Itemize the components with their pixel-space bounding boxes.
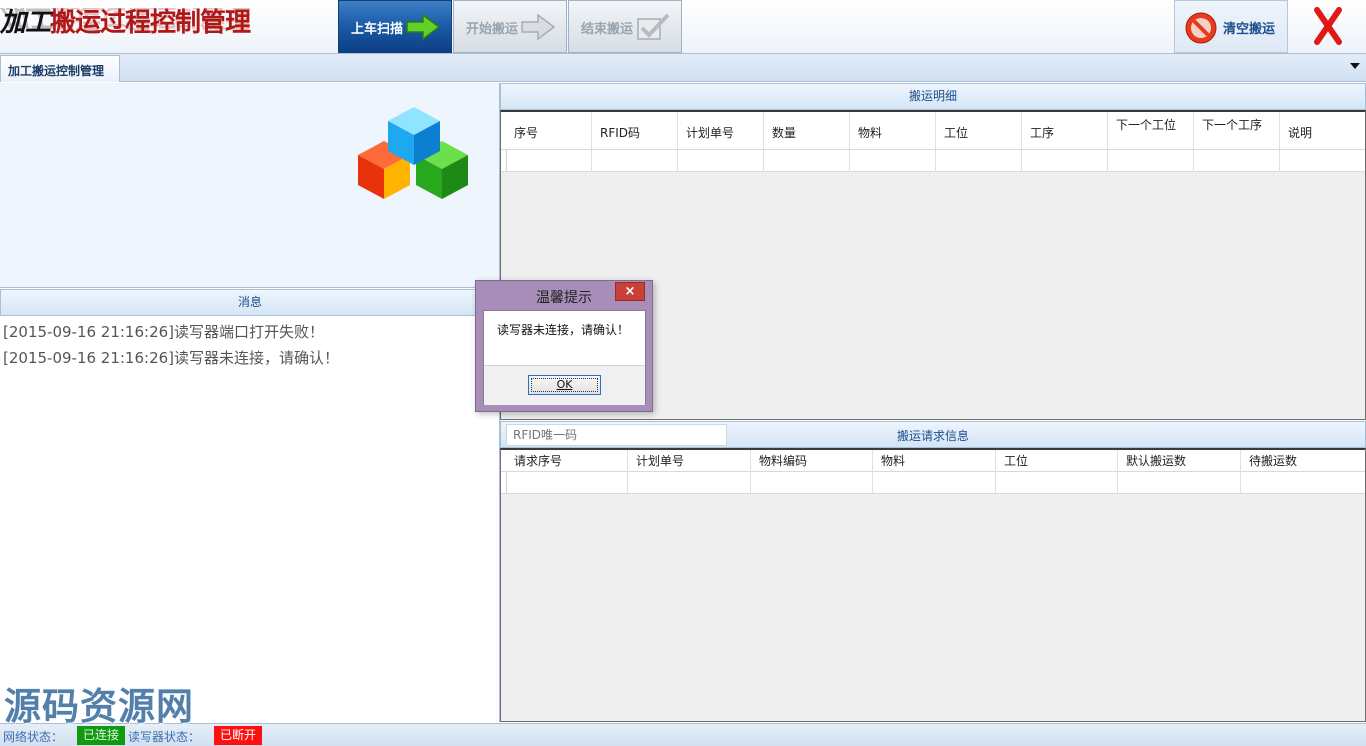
- column-header-rfid[interactable]: RFID码: [592, 112, 678, 150]
- table-cell[interactable]: [1241, 472, 1366, 494]
- request-grid-header: 请求序号 计划单号 物料编码 物料 工位 默认搬运数 待搬运数: [501, 450, 1365, 472]
- messages-log: [2015-09-16 21:16:26]读写器端口打开失败！ [2015-09…: [0, 316, 500, 722]
- column-header-station[interactable]: 工位: [996, 450, 1118, 472]
- dialog-body: 读写器未连接，请确认！ OK: [483, 310, 646, 405]
- table-cell[interactable]: [628, 472, 751, 494]
- column-header-request-seq[interactable]: 请求序号: [506, 450, 628, 472]
- transport-request-grid: 请求序号 计划单号 物料编码 物料 工位 默认搬运数 待搬运数: [500, 448, 1366, 722]
- column-header-remark[interactable]: 说明: [1280, 112, 1366, 150]
- tab-strip: 加工搬运控制管理: [0, 54, 1366, 82]
- table-cell[interactable]: [764, 150, 850, 172]
- column-header-material[interactable]: 物料: [850, 112, 936, 150]
- column-header-plan-no[interactable]: 计划单号: [678, 112, 764, 150]
- table-cell[interactable]: [936, 150, 1022, 172]
- clear-transport-label: 清空搬运: [1223, 22, 1276, 37]
- column-header-material[interactable]: 物料: [873, 450, 996, 472]
- table-cell[interactable]: [996, 472, 1118, 494]
- scan-on-cart-button[interactable]: 上车扫描: [338, 0, 452, 53]
- ok-button[interactable]: OK: [528, 375, 601, 395]
- transport-request-bar: 搬运请求信息: [500, 421, 1366, 448]
- table-cell[interactable]: [873, 472, 996, 494]
- top-toolbar: 加工搬运过程控制管理 加工搬运过程控制管理 上车扫描 开始搬运 结束搬运 清空搬…: [0, 0, 1366, 54]
- table-cell[interactable]: [592, 150, 678, 172]
- column-header-process[interactable]: 工序: [1022, 112, 1108, 150]
- column-header-pending-qty[interactable]: 待搬运数: [1241, 450, 1366, 472]
- dialog-message: 读写器未连接，请确认！: [497, 323, 630, 337]
- table-cell[interactable]: [1118, 472, 1241, 494]
- start-transport-button[interactable]: 开始搬运: [453, 0, 567, 53]
- network-status-label: 网络状态：: [3, 730, 64, 744]
- chevron-down-icon[interactable]: [1350, 63, 1360, 69]
- table-row[interactable]: [501, 472, 1365, 494]
- table-cell[interactable]: [506, 472, 628, 494]
- watermark: 源码资源网: [4, 685, 194, 728]
- table-cell[interactable]: [751, 472, 873, 494]
- checkmark-icon: [637, 13, 670, 40]
- messages-header: 消息: [0, 289, 500, 316]
- transport-request-header: 搬运请求信息: [897, 429, 970, 443]
- app-title-reflection: 加工搬运过程控制管理: [0, 8, 250, 30]
- app-title-reflection-prefix: 加工: [0, 8, 51, 30]
- table-row[interactable]: [501, 150, 1365, 172]
- table-cell[interactable]: [1022, 150, 1108, 172]
- transport-detail-header: 搬运明细: [500, 83, 1366, 110]
- cubes-logo-icon: [358, 107, 468, 199]
- alert-dialog: 温馨提示 × 读写器未连接，请确认！ OK: [475, 280, 653, 412]
- column-header-plan-no[interactable]: 计划单号: [628, 450, 751, 472]
- arrow-right-icon: [521, 13, 556, 41]
- dialog-close-button[interactable]: ×: [615, 282, 645, 301]
- reader-status-badge: 已断开: [214, 726, 262, 745]
- column-header-default-qty[interactable]: 默认搬运数: [1118, 450, 1241, 472]
- column-header-material-code[interactable]: 物料编码: [751, 450, 873, 472]
- column-header-next-station[interactable]: 下一个工位: [1108, 112, 1194, 150]
- table-cell[interactable]: [678, 150, 764, 172]
- end-transport-label: 结束搬运: [581, 22, 634, 37]
- tab-transport-control[interactable]: 加工搬运控制管理: [0, 55, 120, 82]
- message-line: [2015-09-16 21:16:26]读写器端口打开失败！: [3, 323, 325, 341]
- table-cell[interactable]: [850, 150, 936, 172]
- detail-grid-header: 序号 RFID码 计划单号 数量 物料 工位 工序 下一个工位 下一个工序 说明: [501, 112, 1365, 150]
- table-cell[interactable]: [506, 150, 592, 172]
- table-cell[interactable]: [1108, 150, 1194, 172]
- status-bar: 网络状态： 已连接 读写器状态： 已断开: [0, 723, 1366, 746]
- end-transport-button[interactable]: 结束搬运: [568, 0, 682, 53]
- table-cell[interactable]: [1194, 150, 1280, 172]
- column-header-seq[interactable]: 序号: [506, 112, 592, 150]
- table-cell[interactable]: [1280, 150, 1366, 172]
- rfid-input[interactable]: [506, 424, 727, 446]
- app-title-reflection-rest: 搬运过程控制管理: [50, 8, 251, 30]
- arrow-right-icon: [406, 13, 441, 41]
- column-header-next-process[interactable]: 下一个工序: [1194, 112, 1280, 150]
- reader-status-label: 读写器状态：: [128, 730, 201, 744]
- message-line: [2015-09-16 21:16:26]读写器未连接，请确认！: [3, 349, 340, 367]
- scan-on-cart-label: 上车扫描: [351, 22, 404, 37]
- close-icon[interactable]: [1289, 0, 1366, 53]
- no-entry-icon: [1185, 12, 1217, 44]
- logo-panel: [0, 83, 500, 288]
- column-header-station[interactable]: 工位: [936, 112, 1022, 150]
- column-header-quantity[interactable]: 数量: [764, 112, 850, 150]
- start-transport-label: 开始搬运: [466, 22, 519, 37]
- dialog-footer: OK: [484, 365, 645, 405]
- clear-transport-button[interactable]: 清空搬运: [1174, 0, 1288, 53]
